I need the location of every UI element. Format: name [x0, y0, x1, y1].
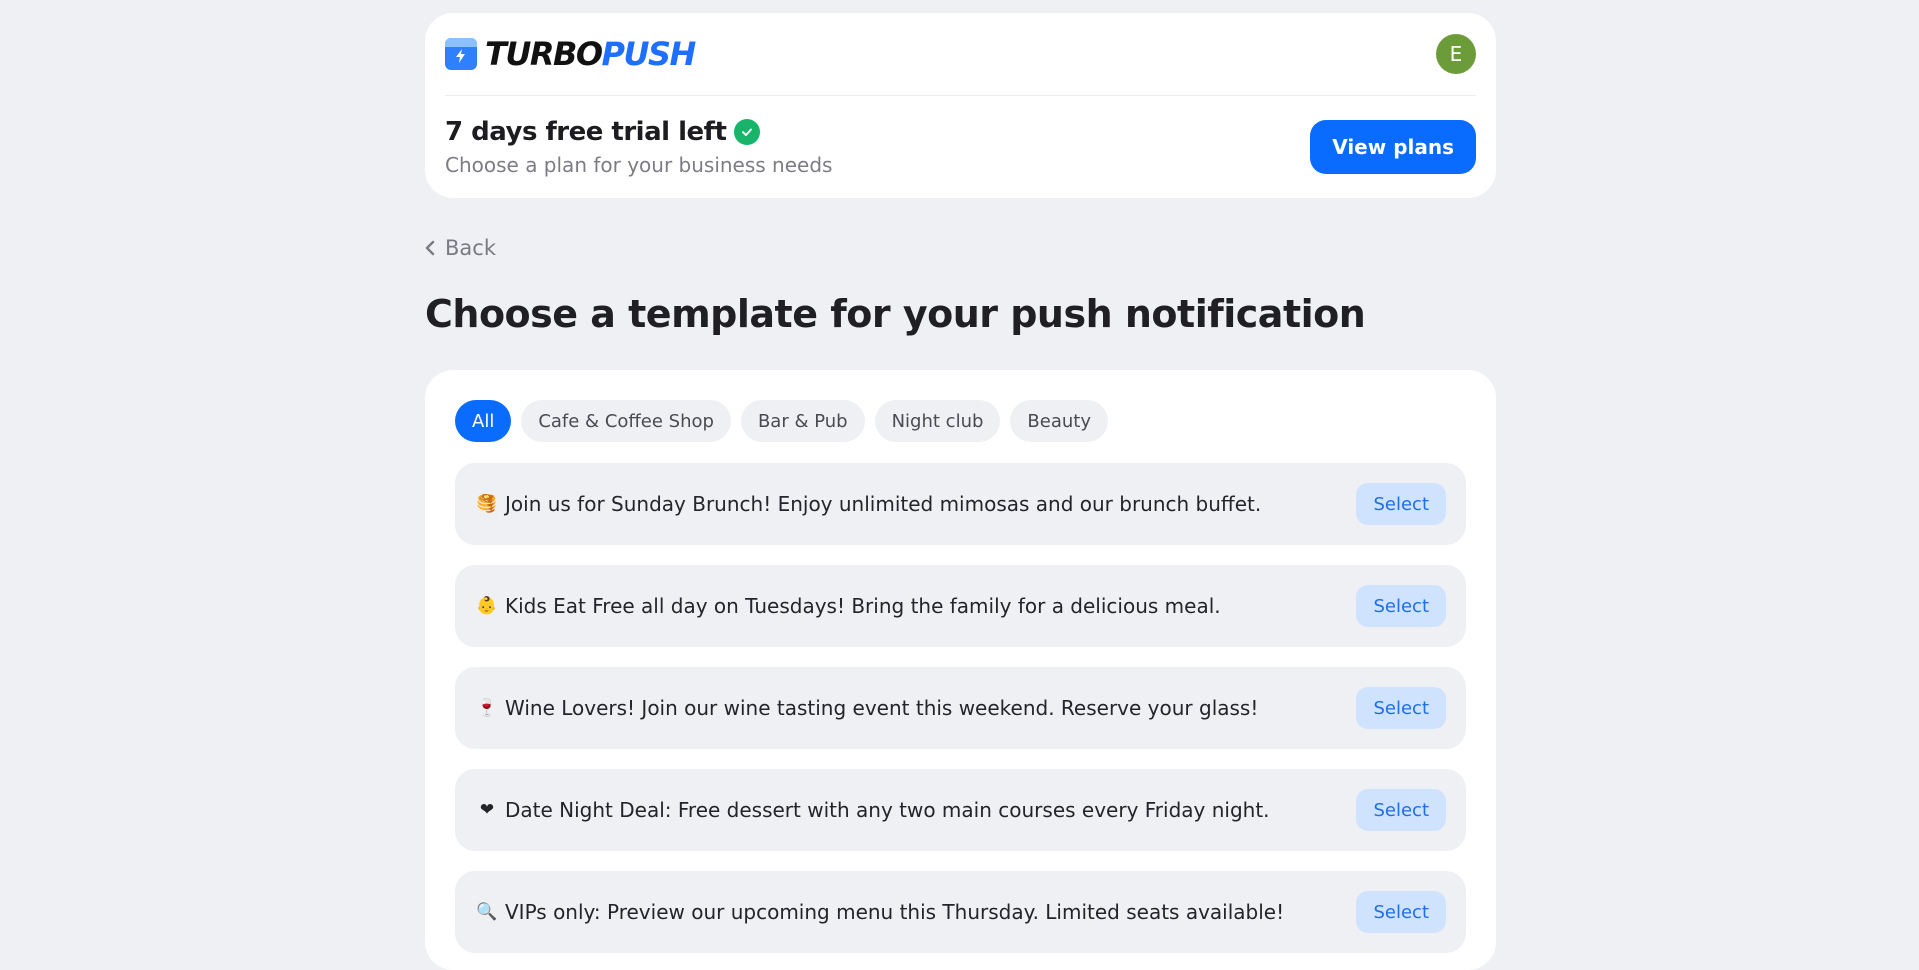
filter-chip-cafe-coffee-shop[interactable]: Cafe & Coffee Shop	[521, 400, 731, 442]
template-content: 🍷 Wine Lovers! Join our wine tasting eve…	[476, 696, 1259, 720]
filter-chip-beauty[interactable]: Beauty	[1010, 400, 1108, 442]
template-text: Kids Eat Free all day on Tuesdays! Bring…	[505, 594, 1221, 618]
page-title: Choose a template for your push notifica…	[425, 292, 1366, 336]
back-link[interactable]: Back	[425, 234, 1496, 262]
template-content: 👶 Kids Eat Free all day on Tuesdays! Bri…	[476, 594, 1221, 618]
avatar[interactable]: E	[1436, 34, 1476, 74]
select-template-button[interactable]: Select	[1356, 687, 1446, 729]
template-item: 🥞 Join us for Sunday Brunch! Enjoy unlim…	[455, 463, 1466, 545]
logo-word-push: PUSH	[601, 35, 697, 73]
trial-subtitle: Choose a plan for your business needs	[445, 152, 833, 177]
lightning-bolt-icon	[445, 38, 477, 70]
view-plans-button[interactable]: View plans	[1310, 119, 1476, 174]
templates-card: All Cafe & Coffee Shop Bar & Pub Night c…	[425, 370, 1496, 970]
select-template-button[interactable]: Select	[1356, 585, 1446, 627]
trial-banner: 7 days free trial left Choose a plan for…	[445, 96, 1476, 197]
logo-wordmark: TURBOPUSH	[485, 35, 697, 73]
logo[interactable]: TURBOPUSH	[445, 35, 697, 73]
back-label: Back	[445, 236, 496, 260]
template-content: 🥞 Join us for Sunday Brunch! Enjoy unlim…	[476, 492, 1262, 516]
template-content: 🔍 VIPs only: Preview our upcoming menu t…	[476, 900, 1285, 924]
template-list: 🥞 Join us for Sunday Brunch! Enjoy unlim…	[455, 463, 1466, 953]
template-text: Wine Lovers! Join our wine tasting event…	[505, 696, 1259, 720]
template-item: ❤ Date Night Deal: Free dessert with any…	[455, 769, 1466, 851]
trial-title-row: 7 days free trial left	[445, 117, 832, 147]
chevron-left-icon	[425, 240, 435, 256]
pancakes-icon: 🥞	[476, 493, 498, 514]
template-item: 🍷 Wine Lovers! Join our wine tasting eve…	[455, 667, 1466, 749]
brand-row: TURBOPUSH E	[445, 13, 1476, 96]
template-content: ❤ Date Night Deal: Free dessert with any…	[477, 798, 1270, 822]
baby-icon: 👶	[476, 595, 498, 616]
page: TURBOPUSH E 7 days free trial left Choos…	[425, 13, 1496, 970]
template-text: VIPs only: Preview our upcoming menu thi…	[505, 900, 1285, 924]
heart-icon: ❤	[479, 799, 495, 820]
template-text: Join us for Sunday Brunch! Enjoy unlimit…	[505, 492, 1262, 516]
logo-word-turbo: TURBO	[485, 35, 603, 73]
template-item: 👶 Kids Eat Free all day on Tuesdays! Bri…	[455, 565, 1466, 647]
trial-info: 7 days free trial left Choose a plan for…	[445, 117, 832, 177]
category-filters: All Cafe & Coffee Shop Bar & Pub Night c…	[455, 400, 1466, 442]
magnifier-icon: 🔍	[476, 901, 498, 922]
trial-title: 7 days free trial left	[445, 116, 727, 147]
wine-glass-icon: 🍷	[476, 697, 498, 718]
filter-chip-bar-pub[interactable]: Bar & Pub	[740, 400, 865, 442]
select-template-button[interactable]: Select	[1356, 483, 1446, 525]
select-template-button[interactable]: Select	[1356, 789, 1446, 831]
template-text: Date Night Deal: Free dessert with any t…	[505, 798, 1270, 822]
filter-chip-night-club[interactable]: Night club	[874, 400, 1001, 442]
check-circle-icon	[734, 118, 761, 145]
template-item: 🔍 VIPs only: Preview our upcoming menu t…	[455, 871, 1466, 953]
header-card: TURBOPUSH E 7 days free trial left Choos…	[425, 13, 1496, 198]
filter-chip-all[interactable]: All	[455, 400, 512, 442]
select-template-button[interactable]: Select	[1356, 891, 1446, 933]
